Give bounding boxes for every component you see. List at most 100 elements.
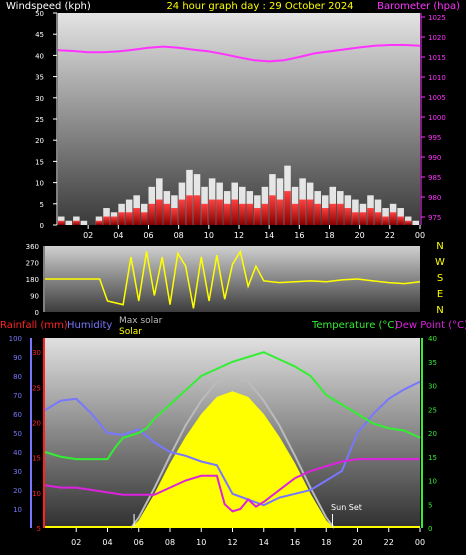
humidity-y-tick-label: 30 (13, 468, 22, 476)
wind-y-tick-label: 15 (35, 158, 44, 166)
barometer-y-tick-label: 1005 (428, 94, 446, 102)
wind-average-bar (314, 203, 321, 225)
wind-x-tick-label: 00 (415, 231, 425, 240)
wind-y-tick-label: 25 (35, 116, 44, 124)
humidity-y-tick-label: 70 (13, 392, 22, 400)
temp-x-tick-label: 20 (352, 538, 362, 547)
wind-average-bar (223, 203, 231, 225)
weather-chart-svg: 0510152025303540455097598098599099510001… (0, 1, 466, 547)
direction-y-tick-label: 270 (26, 260, 39, 268)
wind-average-bar (269, 195, 276, 225)
wind-average-bar (374, 212, 382, 225)
temp-y-tick-label: 30 (428, 383, 437, 391)
wind-average-bar (163, 203, 171, 225)
wind-y-tick-label: 45 (35, 31, 44, 39)
wind-y-tick-label: 35 (35, 74, 44, 82)
rainfall-y-tick-label: 30 (32, 349, 41, 357)
compass-letter: N (436, 241, 443, 252)
wind-x-tick-label: 12 (234, 231, 244, 240)
humidity-label: Humidity (67, 320, 112, 331)
wind-x-tick-label: 10 (204, 231, 214, 240)
wind-x-tick-label: 02 (83, 231, 93, 240)
wind-average-bar (299, 199, 306, 225)
wind-average-bar (254, 208, 261, 225)
temp-x-tick-label: 12 (227, 538, 237, 547)
windspeed-axis-label: Windspeed (kph) (6, 1, 91, 12)
temp-x-tick-label: 14 (259, 538, 269, 547)
wind-average-bar (216, 199, 223, 225)
wind-average-bar (359, 212, 367, 225)
wind-average-bar (382, 216, 389, 225)
wind-average-bar (404, 220, 412, 225)
rainfall-label: Rainfall (mm) (0, 320, 68, 331)
wind-average-bar (367, 208, 374, 225)
compass-letter: W (435, 257, 445, 268)
wind-x-tick-label: 20 (355, 231, 365, 240)
barometer-y-tick-label: 1010 (428, 74, 446, 82)
wind-average-bar (261, 203, 269, 225)
humidity-y-tick-label: 60 (13, 411, 22, 419)
rainfall-y-tick-label: 20 (32, 419, 41, 427)
graph-title: 24 hour graph day : 29 October 2024 (166, 1, 353, 12)
solar-label: Solar (119, 327, 142, 337)
temp-y-tick-label: 20 (428, 430, 437, 438)
temp-y-tick-label: 15 (428, 454, 437, 462)
sun-set-label: Sun Set (331, 503, 362, 512)
wind-average-bar (231, 199, 238, 225)
wind-y-tick-label: 5 (40, 201, 44, 209)
temp-x-tick-label: 22 (384, 538, 394, 547)
wind-average-bar (73, 220, 80, 225)
humidity-y-tick-label: 50 (13, 430, 22, 438)
temp-y-tick-label: 10 (428, 478, 437, 486)
wind-average-bar (344, 208, 352, 225)
wind-average-bar (58, 220, 65, 225)
temp-x-tick-label: 04 (102, 538, 112, 547)
temp-y-tick-label: 5 (428, 501, 432, 509)
temp-x-tick-label: 16 (290, 538, 300, 547)
temp-y-tick-label: 0 (428, 525, 432, 533)
wind-average-bar (133, 208, 140, 225)
temp-x-tick-label: 06 (134, 538, 144, 547)
temperature-label: Temperature (°C) (311, 320, 398, 331)
rainfall-y-tick-label: 15 (32, 455, 41, 463)
barometer-axis-label: Barometer (hpa) (377, 1, 460, 12)
wind-average-bar (291, 203, 299, 225)
temp-x-tick-label: 10 (196, 538, 206, 547)
rainfall-y-tick-label: 5 (37, 525, 41, 533)
wind-average-bar (389, 212, 397, 225)
temp-y-tick-label: 35 (428, 359, 437, 367)
temp-x-tick-label: 02 (71, 538, 81, 547)
wind-x-tick-label: 16 (294, 231, 304, 240)
wind-y-tick-label: 0 (40, 222, 44, 230)
humidity-y-tick-label: 80 (13, 373, 22, 381)
wind-average-bar (171, 208, 178, 225)
temp-x-tick-label: 18 (321, 538, 331, 547)
wind-gust-bar (65, 220, 73, 225)
wind-average-bar (193, 195, 201, 225)
wind-average-bar (156, 199, 163, 225)
wind-average-bar (103, 216, 110, 225)
barometer-y-tick-label: 1020 (428, 34, 446, 42)
direction-y-tick-label: 180 (26, 276, 39, 284)
compass-letter: N (436, 305, 443, 316)
wind-average-bar (201, 203, 208, 225)
wind-average-bar (352, 212, 359, 225)
wind-average-bar (140, 212, 148, 225)
wind-y-tick-label: 30 (35, 95, 44, 103)
wind-average-bar (397, 216, 404, 225)
wind-y-tick-label: 20 (35, 137, 44, 145)
wind-average-bar (148, 203, 156, 225)
compass-letter: S (437, 273, 443, 284)
weather-graph-page: 0 5 10 15 20 25 30 35 40 45 50 975 980 985 990 995 1000 1… (0, 0, 466, 555)
humidity-y-tick-label: 100 (9, 335, 22, 343)
direction-y-tick-label: 90 (30, 293, 39, 301)
max-solar-label: Max solar (119, 316, 163, 326)
barometer-y-tick-label: 1025 (428, 14, 446, 22)
wind-average-bar (246, 203, 254, 225)
rainfall-y-tick-label: 25 (32, 384, 41, 392)
wind-average-bar (276, 199, 284, 225)
wind-y-tick-label: 40 (35, 52, 44, 60)
wind-average-bar (239, 203, 246, 225)
barometer-y-tick-label: 1000 (428, 114, 446, 122)
wind-average-bar (178, 199, 186, 225)
